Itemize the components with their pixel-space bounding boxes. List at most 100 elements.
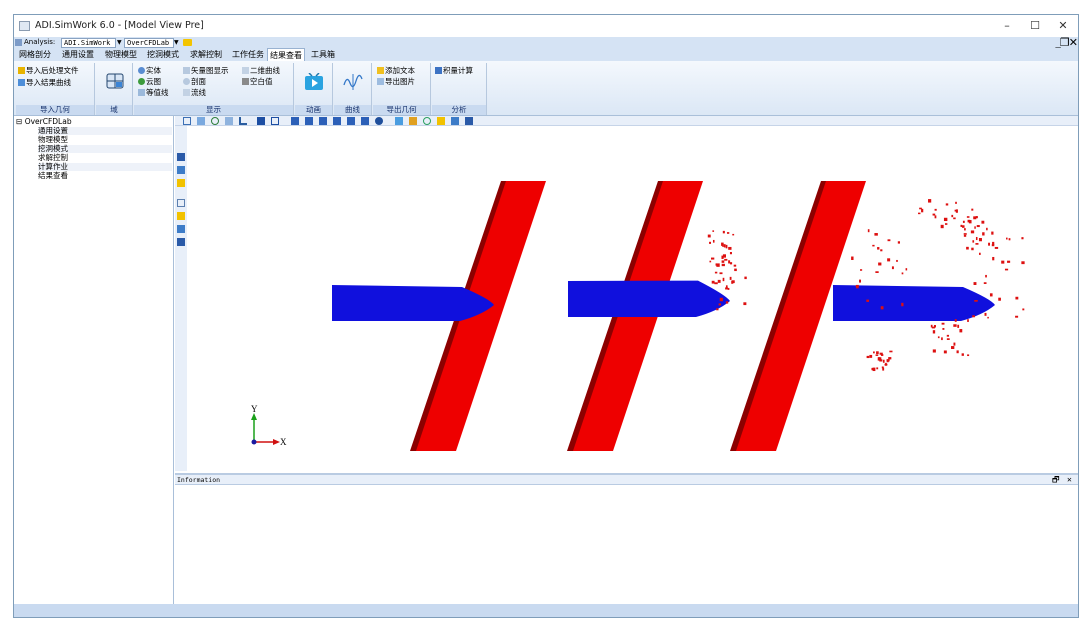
tree-item-hole-cutting[interactable]: 挖洞模式 [38, 145, 172, 153]
debris-particle [707, 234, 711, 238]
collapse-icon[interactable]: ⊟ [16, 117, 22, 126]
analysis-dropdown-icon[interactable]: ▼ [117, 37, 122, 48]
minimize-button[interactable]: – [994, 17, 1020, 35]
tree-root[interactable]: ⊟ OverCFDLab [16, 118, 72, 126]
section-button[interactable]: 剖面 [183, 77, 206, 86]
folder-icon[interactable] [183, 39, 192, 46]
debris-particle [1001, 260, 1005, 264]
mdi-controls[interactable]: _❐✕ [1055, 37, 1078, 48]
restore-panel-icon[interactable]: 🗗 [1052, 475, 1060, 485]
view-back-icon[interactable] [305, 117, 313, 125]
grid-icon[interactable] [177, 166, 185, 174]
view-top-icon[interactable] [347, 117, 355, 125]
fit-view-icon[interactable] [183, 117, 191, 125]
debris-particle [955, 209, 958, 213]
debris-particle [946, 334, 950, 337]
case-select[interactable]: OverCFDLab [124, 38, 174, 48]
import-model-icon[interactable] [177, 199, 185, 207]
export-image-button[interactable]: 导出图片 [377, 77, 415, 86]
debris-particle [891, 266, 894, 270]
import-post-file-button[interactable]: 导入后处理文件 [18, 66, 79, 75]
group-animation-label: 动画 [295, 105, 332, 115]
select-pointer-icon[interactable] [257, 117, 265, 125]
debris-particle [901, 302, 904, 307]
grid-icon[interactable] [177, 225, 185, 233]
tab-solver[interactable]: 求解控制 [188, 48, 224, 61]
domain-icon[interactable] [105, 71, 125, 91]
tree-item-general[interactable]: 通用设置 [38, 127, 172, 135]
transform-icon[interactable] [395, 117, 403, 125]
case-dropdown-icon[interactable]: ▼ [174, 37, 179, 48]
import-result-curve-button[interactable]: 导入结果曲线 [18, 78, 71, 87]
debris-particle [860, 269, 863, 271]
debris-particle [725, 287, 728, 290]
2d-curve-button[interactable]: 二维曲线 [242, 66, 280, 75]
tree-item-solver[interactable]: 求解控制 [38, 154, 68, 162]
rotate-icon[interactable] [211, 117, 219, 125]
network-icon[interactable] [465, 117, 473, 125]
select-box-icon[interactable] [271, 117, 279, 125]
close-panel-icon[interactable]: ✕ [1067, 475, 1072, 485]
tab-tools[interactable]: 工具箱 [309, 48, 337, 61]
grid-icon[interactable] [451, 117, 459, 125]
z-axis-dot [251, 439, 257, 445]
open-folder-icon[interactable] [177, 179, 185, 187]
analysis-select[interactable]: ADI.SimWork [61, 38, 116, 48]
tab-general[interactable]: 通用设置 [60, 48, 96, 61]
view-front-icon[interactable] [291, 117, 299, 125]
tab-physics[interactable]: 物理模型 [103, 48, 139, 61]
y-axis-label: Y [251, 404, 258, 414]
debris-particle [953, 324, 957, 327]
solid-button[interactable]: 实体 [138, 66, 161, 75]
network-icon[interactable] [177, 153, 185, 161]
add-text-button[interactable]: 添加文本 [377, 66, 415, 75]
view-right-icon[interactable] [333, 117, 341, 125]
axis-icon[interactable] [239, 117, 247, 125]
debris-particle [963, 233, 967, 235]
streamline-button[interactable]: 流线 [183, 88, 206, 97]
debris-particle [877, 357, 881, 361]
integral-calc-button[interactable]: 积量计算 [435, 66, 473, 75]
axis-triad: Y X [251, 404, 287, 447]
debris-particle [966, 216, 970, 218]
tree-item-physics[interactable]: 物理模型 [38, 136, 68, 144]
debris-particle [728, 260, 731, 264]
debris-particle [988, 242, 990, 246]
maximize-button[interactable]: ☐ [1022, 17, 1048, 35]
open-folder-icon[interactable] [437, 117, 445, 125]
tab-results[interactable]: 结果查看 [267, 48, 305, 61]
debris-particle [734, 268, 737, 272]
debris-particle [1015, 315, 1019, 318]
debris-particle [719, 297, 723, 302]
animation-icon[interactable] [304, 73, 324, 91]
close-button[interactable]: ✕ [1050, 17, 1076, 35]
view-left-icon[interactable] [319, 117, 327, 125]
model-viewport[interactable]: Y X [188, 127, 1078, 471]
debris-particle [878, 262, 882, 266]
refresh-icon[interactable] [423, 117, 431, 125]
pan-icon[interactable] [225, 117, 233, 125]
curve-icon[interactable] [343, 73, 363, 91]
contour-cloud-button[interactable]: 云图 [138, 77, 161, 86]
ribbon-tabs: 网格剖分 通用设置 物理模型 挖洞模式 求解控制 工作任务 结果查看 工具箱 [14, 48, 1078, 61]
folder-icon[interactable] [177, 212, 185, 220]
debris-particle [960, 224, 963, 227]
debris-particle [733, 264, 737, 267]
debris-particle [953, 342, 956, 346]
tree-item-job[interactable]: 计算作业 [38, 163, 172, 171]
vector-display-button[interactable]: 矢量图显示 [183, 66, 229, 75]
tab-hole-cutting[interactable]: 挖洞模式 [145, 48, 181, 61]
debris-particle [873, 351, 875, 354]
x-axis-label: X [280, 437, 287, 447]
zoom-box-icon[interactable] [197, 117, 205, 125]
blank-value-button[interactable]: 空白值 [242, 77, 273, 86]
view-bottom-icon[interactable] [361, 117, 369, 125]
tree-item-results[interactable]: 结果查看 [38, 172, 68, 180]
isoline-button[interactable]: 等值线 [138, 88, 169, 97]
view-iso-icon[interactable] [375, 117, 383, 125]
tab-jobs[interactable]: 工作任务 [230, 48, 266, 61]
tab-mesh[interactable]: 网格剖分 [17, 48, 53, 61]
debris-particle [744, 276, 747, 280]
network-icon[interactable] [177, 238, 185, 246]
color-map-icon[interactable] [409, 117, 417, 125]
